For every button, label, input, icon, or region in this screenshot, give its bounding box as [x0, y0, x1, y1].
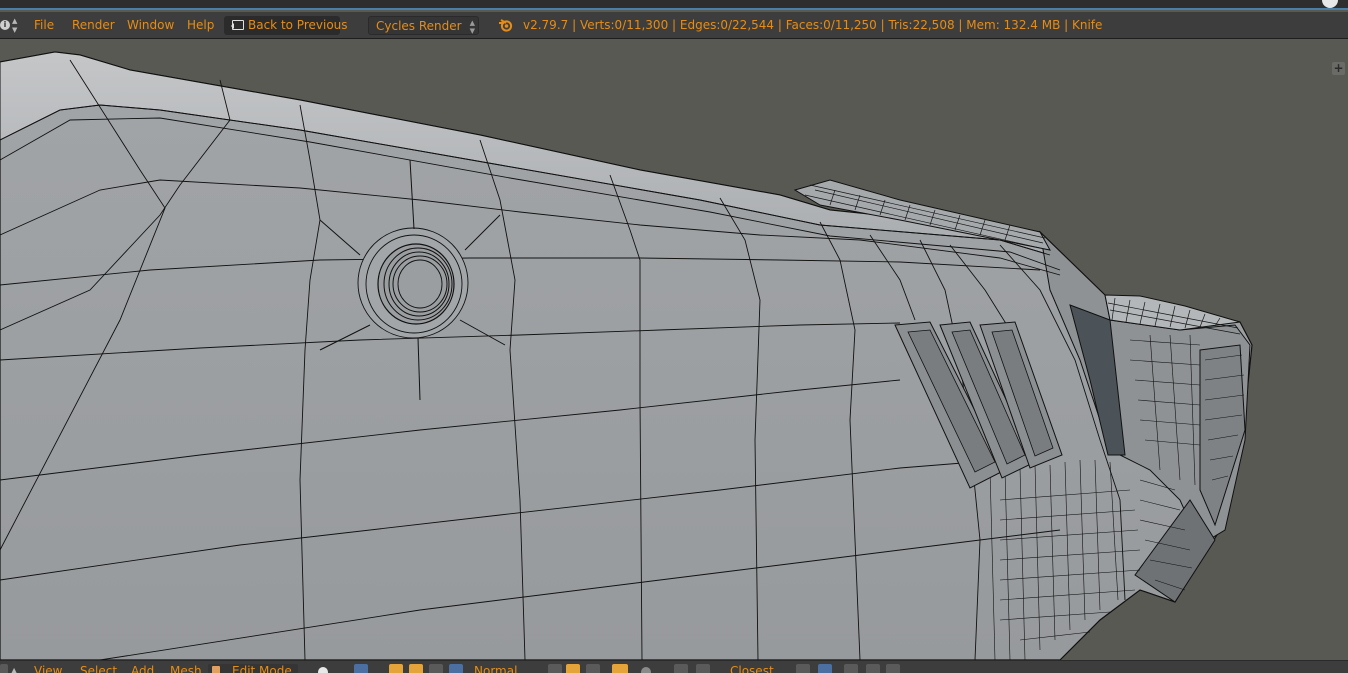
translate-manipulator-icon[interactable] [389, 664, 403, 673]
snap-toggle-icon[interactable] [674, 664, 688, 673]
viewport-shading-icon[interactable] [318, 667, 328, 673]
mode-value: Edit Mode [232, 664, 292, 673]
editor-type-selector[interactable]: i ▲ ▼ [0, 12, 22, 39]
render-engine-value: Cycles Render [376, 19, 462, 33]
info-header: i ▲ ▼ File Render Window Help Back to Pre… [0, 12, 1348, 39]
snap-project-icon[interactable] [818, 664, 832, 673]
opengl-render-icon[interactable] [866, 664, 880, 673]
vertex-select-icon[interactable] [548, 664, 562, 673]
scene-stats: v2.79.7 | Verts:0/11,300 | Edges:0/22,54… [523, 18, 1103, 32]
opengl-animation-icon[interactable] [886, 664, 900, 673]
face-select-icon[interactable] [586, 664, 600, 673]
mesh-body [0, 51, 1253, 660]
rotate-manipulator-icon[interactable] [409, 664, 423, 673]
limit-selection-icon[interactable] [612, 664, 628, 673]
proportional-editing-icon[interactable] [641, 667, 651, 673]
render-engine-select[interactable]: Cycles Render ▲ ▼ [368, 16, 479, 35]
updown-arrows-icon: ▲ [11, 666, 18, 673]
updown-arrows-icon: ▲ ▼ [469, 19, 475, 35]
window-title-strip [0, 0, 1348, 10]
back-arrow-icon [231, 20, 244, 30]
updown-arrows-icon: ▲ ▼ [12, 17, 18, 34]
info-icon: i [0, 20, 10, 30]
viewport-header: ▲ View Select Add Mesh Edit Mode Normal … [0, 660, 1348, 673]
plus-icon[interactable]: + [1332, 62, 1345, 75]
window-control-icon[interactable] [1322, 0, 1338, 8]
menu-view[interactable]: View [34, 664, 62, 673]
menu-add[interactable]: Add [131, 664, 154, 673]
mesh-wireframe [0, 51, 1253, 660]
blender-logo-icon [498, 12, 514, 39]
menu-mesh[interactable]: Mesh [170, 664, 202, 673]
mesh-rear-window [1199, 344, 1246, 527]
blender-window: i ▲ ▼ File Render Window Help Back to Pre… [0, 0, 1348, 673]
menu-window[interactable]: Window [127, 12, 174, 39]
edge-select-icon[interactable] [566, 664, 580, 673]
pivot-point-icon[interactable] [354, 664, 368, 673]
transform-orientation-value[interactable]: Normal [474, 664, 517, 673]
edit-mode-icon [212, 666, 220, 673]
snap-align-icon[interactable] [796, 664, 810, 673]
editor-type-3d-icon[interactable] [0, 664, 8, 673]
transform-orientation-icon[interactable] [449, 664, 463, 673]
snap-element-icon[interactable] [696, 664, 710, 673]
menu-render[interactable]: Render [72, 12, 115, 39]
back-to-previous-label: Back to Previous [248, 18, 348, 32]
back-to-previous-button[interactable]: Back to Previous [224, 16, 348, 35]
snap-target-value[interactable]: Closest [730, 664, 774, 673]
menu-file[interactable]: File [34, 12, 54, 39]
menu-help[interactable]: Help [187, 12, 214, 39]
render-preview-icon[interactable] [844, 664, 858, 673]
3d-viewport[interactable]: + [0, 40, 1348, 660]
scale-manipulator-icon[interactable] [429, 664, 443, 673]
mode-select[interactable]: Edit Mode [208, 664, 298, 673]
menu-select[interactable]: Select [80, 664, 117, 673]
